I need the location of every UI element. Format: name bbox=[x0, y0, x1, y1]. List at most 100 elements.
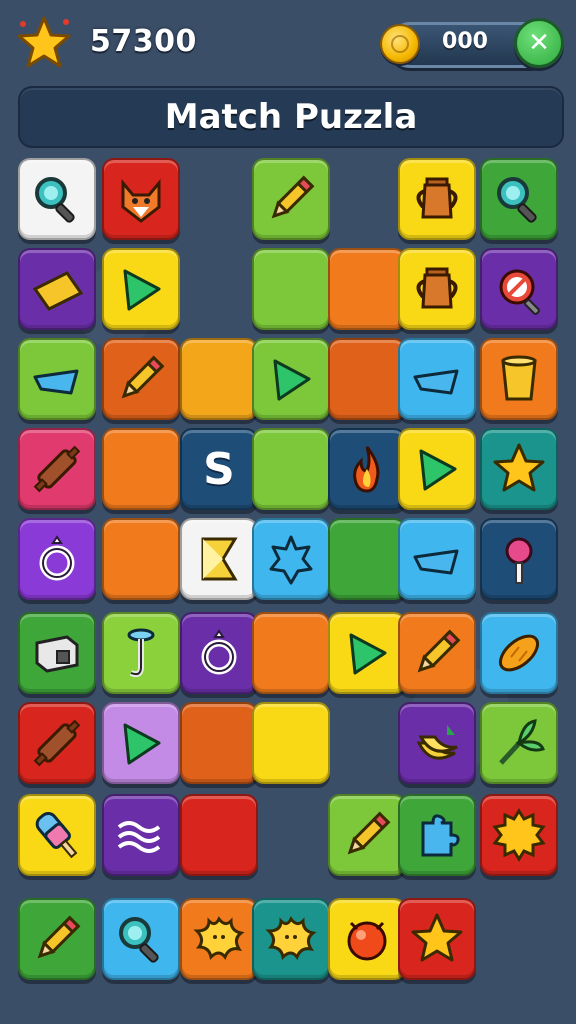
tile-r7-c2[interactable] bbox=[102, 702, 180, 784]
leaf-icon bbox=[499, 719, 545, 765]
tile-r2-c2[interactable] bbox=[102, 248, 180, 330]
triangle-icon bbox=[273, 359, 311, 401]
flag-icon bbox=[201, 537, 238, 581]
tile-r7-c3[interactable] bbox=[180, 702, 258, 784]
tile-r7-c1[interactable] bbox=[18, 702, 96, 784]
tile-r5-c1[interactable] bbox=[18, 518, 96, 600]
envelope-icon bbox=[32, 271, 84, 311]
pencil-icon bbox=[271, 175, 315, 219]
tile-r6-c5[interactable] bbox=[328, 612, 406, 694]
tile-r4-c4[interactable] bbox=[252, 428, 330, 510]
tile-r1-c6[interactable] bbox=[398, 158, 476, 240]
tile-r3-c3[interactable] bbox=[180, 338, 258, 420]
bread-icon bbox=[498, 634, 540, 672]
tile-r8-c3[interactable] bbox=[180, 794, 258, 876]
tile-r5-c4[interactable] bbox=[252, 518, 330, 600]
fox-icon bbox=[121, 178, 161, 223]
tile-r3-c4[interactable] bbox=[252, 338, 330, 420]
tile-r4-c5[interactable] bbox=[328, 428, 406, 510]
tile-r5-c6[interactable] bbox=[398, 518, 476, 600]
tile-r9-c3[interactable] bbox=[180, 898, 258, 980]
triangle-icon bbox=[123, 723, 161, 765]
tile-r5-c3[interactable] bbox=[180, 518, 258, 600]
tile-r3-c5[interactable] bbox=[328, 338, 406, 420]
tile-r2-c4[interactable] bbox=[252, 248, 330, 330]
tile-r9-c2[interactable] bbox=[102, 898, 180, 980]
tile-r6-c6[interactable] bbox=[398, 612, 476, 694]
triangle-icon bbox=[349, 633, 387, 675]
gear-box-icon bbox=[35, 635, 79, 673]
tile-r4-c3[interactable]: S bbox=[180, 428, 258, 510]
tile-r2-c5[interactable] bbox=[328, 248, 406, 330]
tile-r5-c2[interactable] bbox=[102, 518, 180, 600]
tile-r6-c2[interactable] bbox=[102, 612, 180, 694]
jug-icon bbox=[416, 177, 458, 219]
tile-r3-c6[interactable] bbox=[398, 338, 476, 420]
sun-icon bbox=[492, 808, 546, 862]
splat-icon bbox=[265, 916, 317, 961]
tile-r6-c4[interactable] bbox=[252, 612, 330, 694]
pencil-icon bbox=[37, 915, 81, 959]
tile-r5-c7[interactable] bbox=[480, 518, 558, 600]
tile-r8-c7[interactable] bbox=[480, 794, 558, 876]
star-icon bbox=[493, 443, 545, 492]
tile-r3-c7[interactable] bbox=[480, 338, 558, 420]
tile-r4-c2[interactable] bbox=[102, 428, 180, 510]
puzzle-icon bbox=[421, 814, 460, 857]
tile-r8-c5[interactable] bbox=[328, 794, 406, 876]
wedge-icon bbox=[413, 369, 459, 395]
pencil-icon bbox=[417, 629, 461, 673]
tile-r6-c3[interactable] bbox=[180, 612, 258, 694]
star-icon bbox=[411, 913, 463, 962]
tile-r1-c4[interactable] bbox=[252, 158, 330, 240]
rolling-pin-icon bbox=[33, 719, 81, 767]
tile-r9-c1[interactable] bbox=[18, 898, 96, 980]
tile-r8-c6[interactable] bbox=[398, 794, 476, 876]
magnifier-icon bbox=[119, 917, 159, 963]
jug-icon bbox=[416, 267, 458, 309]
tile-r4-c1[interactable] bbox=[18, 428, 96, 510]
ring-icon bbox=[39, 535, 75, 581]
flame-icon bbox=[353, 446, 380, 493]
triangle-icon bbox=[123, 269, 161, 311]
tile-r3-c1[interactable] bbox=[18, 338, 96, 420]
popsicle-icon bbox=[35, 811, 78, 859]
wedge-icon bbox=[413, 549, 459, 575]
tile-r2-c6[interactable] bbox=[398, 248, 476, 330]
star-badge-icon bbox=[269, 535, 313, 585]
lollipop-icon bbox=[505, 537, 533, 584]
tile-r4-c7[interactable] bbox=[480, 428, 558, 510]
game-board: S bbox=[0, 0, 576, 1024]
splat-icon bbox=[193, 916, 245, 961]
wedge-icon bbox=[33, 369, 79, 395]
pencil-icon bbox=[121, 355, 165, 399]
waves-icon bbox=[117, 821, 161, 853]
banana-icon bbox=[416, 725, 458, 760]
tile-r4-c6[interactable] bbox=[398, 428, 476, 510]
tile-r7-c4[interactable] bbox=[252, 702, 330, 784]
tile-r9-c4[interactable] bbox=[252, 898, 330, 980]
triangle-icon bbox=[419, 449, 457, 491]
tile-r7-c6[interactable] bbox=[398, 702, 476, 784]
cup-icon bbox=[501, 355, 537, 401]
tile-r3-c2[interactable] bbox=[102, 338, 180, 420]
hook-icon bbox=[127, 628, 155, 678]
tile-r1-c7[interactable] bbox=[480, 158, 558, 240]
magnifier-icon bbox=[497, 177, 537, 223]
tile-r1-c1[interactable] bbox=[18, 158, 96, 240]
pencil-icon bbox=[347, 811, 391, 855]
tile-r1-c2[interactable] bbox=[102, 158, 180, 240]
ball-icon bbox=[347, 921, 387, 961]
tile-r2-c1[interactable] bbox=[18, 248, 96, 330]
tile-r6-c1[interactable] bbox=[18, 612, 96, 694]
tile-r7-c7[interactable] bbox=[480, 702, 558, 784]
tile-r8-c1[interactable] bbox=[18, 794, 96, 876]
tile-r5-c5[interactable] bbox=[328, 518, 406, 600]
tile-r8-c2[interactable] bbox=[102, 794, 180, 876]
magnifier-icon bbox=[35, 177, 75, 223]
tile-r2-c7[interactable] bbox=[480, 248, 558, 330]
tile-r9-c6[interactable] bbox=[398, 898, 476, 980]
letter-s-icon: S bbox=[203, 443, 235, 495]
tile-r9-c5[interactable] bbox=[328, 898, 406, 980]
tile-r6-c7[interactable] bbox=[480, 612, 558, 694]
